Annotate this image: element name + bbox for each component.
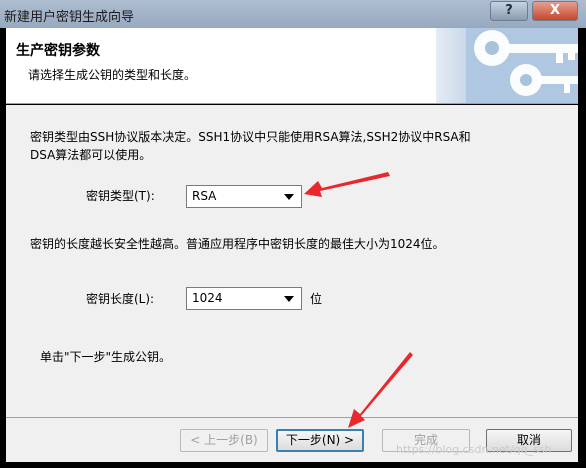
close-button[interactable]: X [532,1,578,21]
key-length-unit: 位 [310,292,323,306]
key-length-description: 密钥的长度越长安全性越高。普通应用程序中密钥长度的最佳大小为1024位。 [30,237,445,251]
wizard-header: 生产密钥参数 请选择生成公钥的类型和长度。 [6,28,578,104]
title-bar: 新建用户密钥生成向导 ? X [0,0,586,28]
window-title: 新建用户密钥生成向导 [4,10,135,25]
key-type-label: 密钥类型(T): [86,189,155,203]
key-type-description-line2: DSA算法都可以使用。 [30,148,152,162]
key-length-label: 密钥长度(L): [86,292,155,306]
key-length-select[interactable]: 1024 [186,287,302,310]
key-type-description-line1: 密钥类型由SSH协议版本决定。SSH1协议中只能使用RSA算法,SSH2协议中R… [30,130,471,144]
key-type-select[interactable]: RSA [186,185,302,208]
next-button[interactable]: 下一步(N) > [276,429,364,452]
wizard-content: 密钥类型由SSH协议版本决定。SSH1协议中只能使用RSA算法,SSH2协议中R… [6,105,578,417]
watermark: https://blog.csdn.net/qq_ssh [396,443,552,456]
instruction-text: 单击"下一步"生成公钥。 [40,350,172,364]
key-length-value: 1024 [192,291,223,305]
keys-icon [406,28,578,103]
back-button[interactable]: < 上一步(B) [180,429,268,452]
header-title: 生产密钥参数 [16,43,100,59]
chevron-down-icon [284,194,294,200]
chevron-down-icon [284,296,294,302]
header-subtitle: 请选择生成公钥的类型和长度。 [28,68,197,82]
key-type-value: RSA [192,189,217,203]
help-button[interactable]: ? [490,1,528,21]
